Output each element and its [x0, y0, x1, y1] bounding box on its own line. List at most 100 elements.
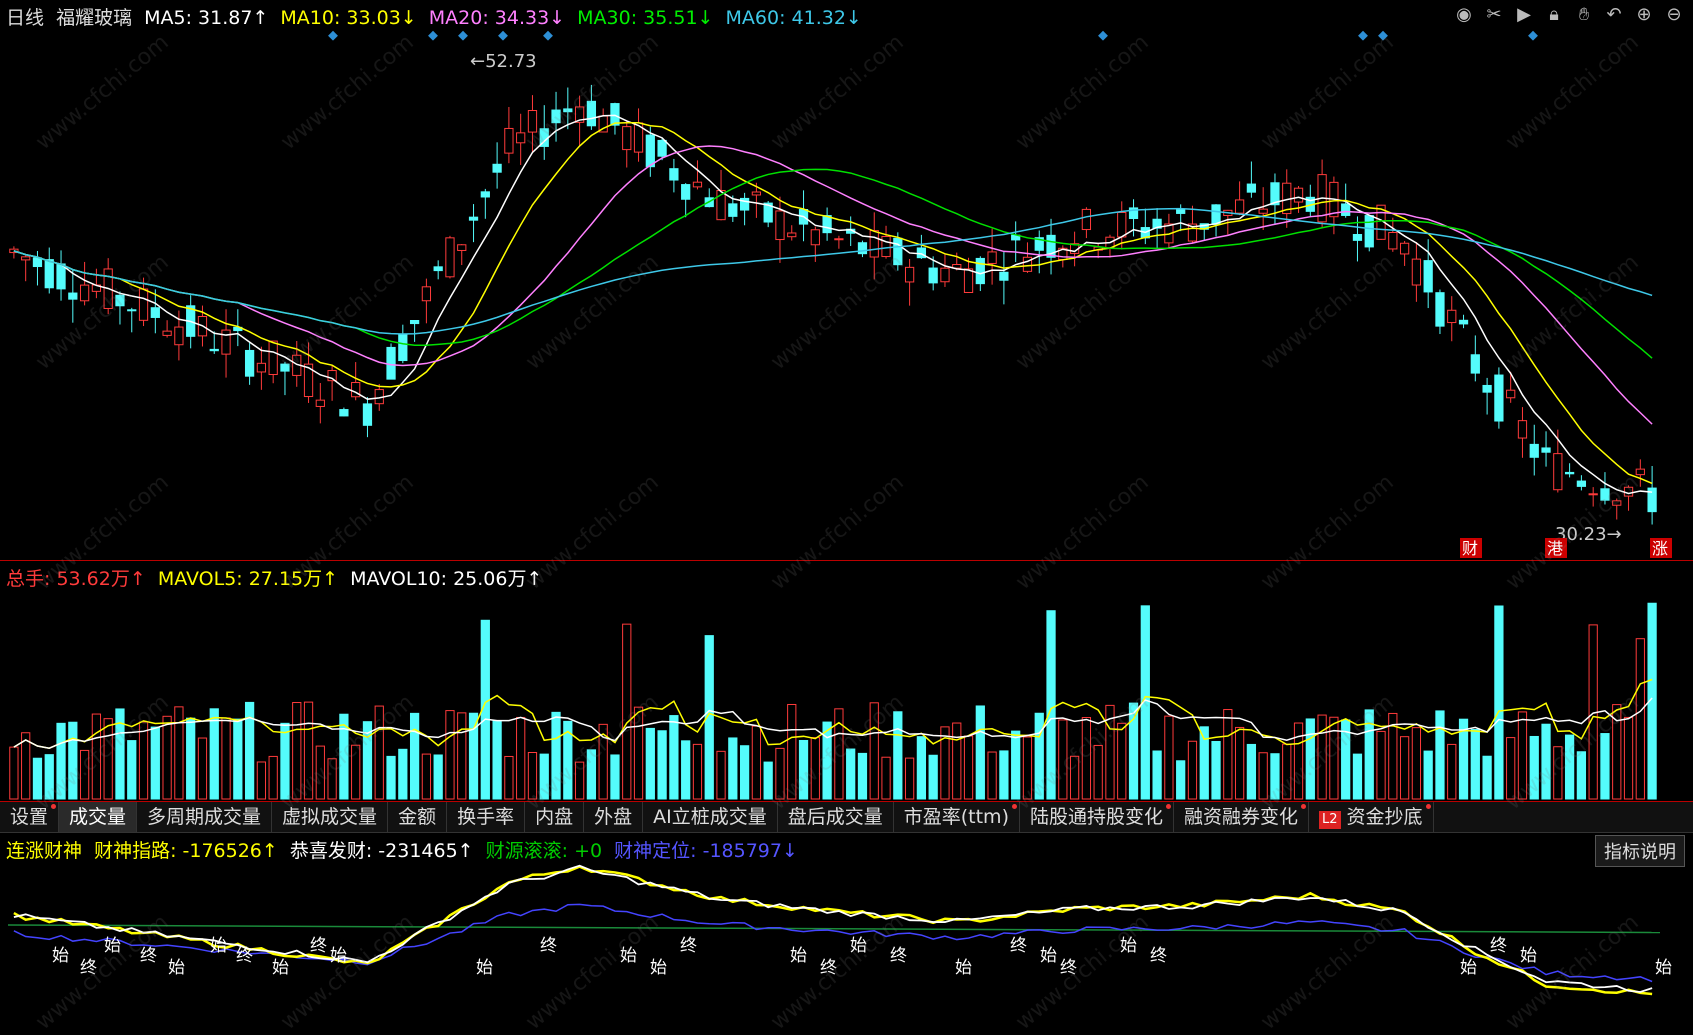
signal-label: 始 [210, 936, 227, 956]
tab-3[interactable]: 虚拟成交量 [272, 802, 389, 832]
event-diamond-icon[interactable] [1528, 30, 1538, 41]
indicator-help-button[interactable]: 指标说明 [1595, 835, 1685, 867]
candle [1482, 377, 1492, 415]
signal-label: 始 [52, 946, 69, 966]
volume-bar [1600, 733, 1610, 800]
tab-2[interactable]: 多周期成交量 [137, 802, 273, 832]
candle [280, 361, 290, 396]
lock-icon[interactable]: 🔒︎ [1543, 4, 1565, 26]
volume-bar [1470, 728, 1480, 800]
volume-bar [669, 715, 679, 800]
candle [1034, 230, 1044, 274]
event-diamond-icon[interactable] [1378, 30, 1388, 41]
event-diamond-icon[interactable] [543, 30, 553, 41]
volume-bar [1435, 710, 1445, 800]
signal-label: 始 [272, 958, 289, 978]
volume-bar [21, 732, 31, 800]
volume-bar [1482, 755, 1492, 800]
event-diamond-icon[interactable] [1358, 30, 1368, 41]
volume-bar [386, 755, 396, 800]
volume-bar [610, 754, 620, 800]
candle [421, 278, 432, 324]
signal-label: 终 [1060, 958, 1077, 978]
volume-bar [1046, 610, 1056, 800]
volume-bar [1282, 743, 1292, 800]
volume-bar [987, 751, 997, 800]
volume-bar [751, 725, 762, 800]
volume-bar [1223, 709, 1233, 800]
tab-10[interactable]: 市盈率(ttm) [894, 802, 1020, 832]
volume-bar [197, 737, 208, 800]
indicator-panel[interactable]: 始终始终始始终始终始始终始始终始终始终始终始终始终始终始始 连涨财神 财神指路:… [0, 833, 1693, 1012]
tab-8[interactable]: AI立桩成交量 [643, 802, 778, 832]
indicator-line3: 财源滚滚: +0 [485, 840, 603, 862]
undo-icon[interactable]: ↶ [1603, 4, 1625, 26]
period-label[interactable]: 日线 [6, 7, 44, 29]
hand-icon[interactable]: ✋︎ [1573, 4, 1595, 26]
tab-13[interactable]: L2 资金抄底 [1309, 802, 1434, 832]
candle [739, 192, 750, 226]
tab-6[interactable]: 内盘 [525, 802, 585, 832]
volume-bar [1246, 743, 1257, 800]
zoom-out-icon[interactable]: ⊖ [1663, 4, 1685, 26]
tab-7[interactable]: 外盘 [584, 802, 644, 832]
volume-bar [233, 718, 243, 800]
tab-label: 成交量 [69, 806, 127, 828]
volume-bar [1258, 752, 1268, 800]
signal-label: 终 [890, 946, 907, 966]
notification-dot [1166, 804, 1171, 809]
scissors-icon[interactable]: ✂ [1483, 4, 1505, 26]
candle [56, 250, 66, 301]
tab-9[interactable]: 盘后成交量 [778, 802, 894, 832]
tab-11[interactable]: 陆股通持股变化 [1020, 802, 1174, 832]
stock-name: 福耀玻璃 [56, 7, 133, 29]
ma10-value: MA10: 33.03↓ [280, 7, 417, 29]
volume-bar [409, 712, 420, 800]
zoom-in-icon[interactable]: ⊕ [1633, 4, 1655, 26]
event-diamond-icon[interactable] [1098, 30, 1108, 41]
signal-label: 终 [236, 946, 253, 966]
event-diamond-icon[interactable] [328, 30, 338, 41]
play-icon[interactable]: ▶ [1513, 4, 1535, 26]
event-diamond-icon[interactable] [458, 30, 468, 41]
volume-bar [162, 715, 172, 800]
volume-panel[interactable]: 总手: 53.62万↑ MAVOL5: 27.15万↑ MAVOL10: 25.… [0, 561, 1693, 802]
signal-label: 始 [1040, 946, 1057, 966]
candlestick-chart[interactable]: ←52.7330.23→财港涨 [0, 0, 1693, 560]
event-diamond-icon[interactable] [498, 30, 508, 41]
candle [516, 113, 526, 165]
event-diamond-icon[interactable] [428, 30, 438, 41]
tab-5[interactable]: 换手率 [447, 802, 526, 832]
candle [1647, 466, 1657, 525]
indicator-line2: 恭喜发财: -231465↑ [289, 840, 474, 862]
tab-4[interactable]: 金额 [388, 802, 448, 832]
volume-bar [798, 739, 809, 800]
tab-1[interactable]: 成交量 [59, 802, 138, 832]
candle [303, 342, 314, 403]
indicator-legend: 连涨财神 财神指路: -176526↑ 恭喜发财: -231465↑ 财源滚滚:… [6, 836, 804, 863]
signal-label: 终 [820, 958, 837, 978]
tab-0[interactable]: 设置 [0, 802, 60, 832]
volume-bar [1352, 753, 1363, 800]
volume-bar [692, 743, 703, 800]
tab-label: 陆股通持股变化 [1029, 806, 1163, 828]
signal-label: 终 [310, 936, 327, 956]
candle [1576, 475, 1587, 491]
volume-bar [9, 746, 19, 800]
candle [869, 212, 879, 280]
l2-badge: L2 [1319, 811, 1341, 829]
eye-icon[interactable]: ◉ [1453, 4, 1475, 26]
tab-12[interactable]: 融资融券变化 [1174, 802, 1310, 832]
price-chart-panel[interactable]: ←52.73 30.23→ 财港涨 日线 福耀玻璃 MA5: 31.87↑ MA10… [0, 0, 1693, 561]
volume-bar [91, 713, 102, 800]
volume-bar [221, 717, 231, 800]
volume-chart[interactable] [0, 561, 1693, 801]
volume-bar [539, 753, 549, 800]
candle [468, 204, 479, 243]
volume-bar [445, 710, 455, 800]
volume-bar [787, 703, 797, 800]
chart-toolbar: ◉ ✂ ▶ 🔒︎ ✋︎ ↶ ⊕ ⊖ [1453, 4, 1685, 26]
tab-label: AI立桩成交量 [653, 806, 767, 828]
volume-bar [256, 761, 267, 800]
volume-bar [716, 750, 726, 800]
